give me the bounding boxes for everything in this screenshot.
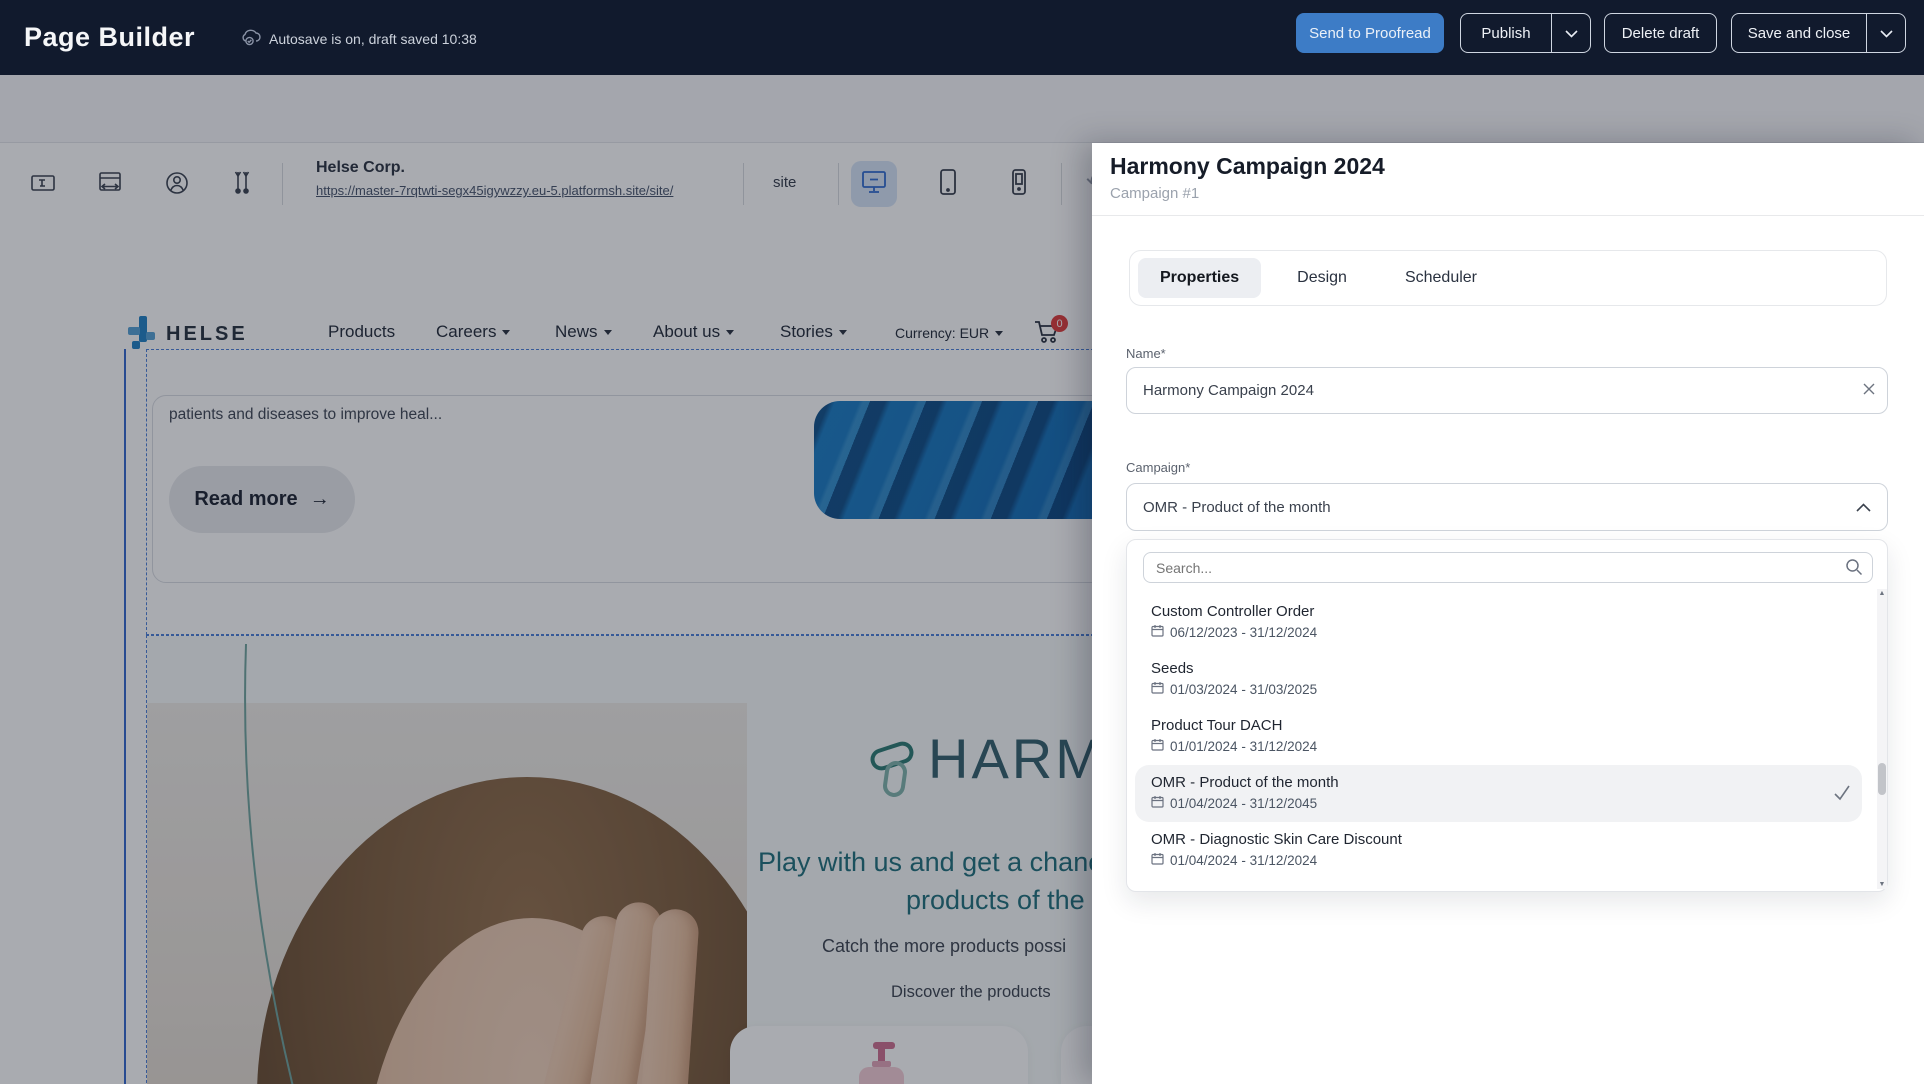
check-icon xyxy=(1833,785,1851,806)
campaign-option[interactable]: Product Tour DACH 01/01/2024 - 31/12/202… xyxy=(1135,708,1862,765)
search-input[interactable] xyxy=(1143,552,1873,583)
save-and-close-button-group: Save and close xyxy=(1731,13,1906,53)
campaign-properties-panel: Harmony Campaign 2024 Campaign #1 Proper… xyxy=(1092,143,1924,1084)
campaign-option[interactable]: Custom Controller Order 06/12/2023 - 31/… xyxy=(1135,594,1862,651)
campaign-field-label: Campaign* xyxy=(1126,460,1190,475)
app-topbar: Page Builder Autosave is on, draft saved… xyxy=(0,0,1924,75)
calendar-icon xyxy=(1151,681,1164,697)
cloud-check-icon xyxy=(241,29,261,49)
campaign-option[interactable]: Seeds 01/03/2024 - 31/03/2025 xyxy=(1135,651,1862,708)
campaign-select[interactable]: OMR - Product of the month xyxy=(1126,483,1888,531)
calendar-icon xyxy=(1151,624,1164,640)
autosave-text: Autosave is on, draft saved 10:38 xyxy=(269,31,477,47)
publish-button-group: Publish xyxy=(1460,13,1591,53)
app-title: Page Builder xyxy=(24,22,195,53)
tab-design[interactable]: Design xyxy=(1275,258,1369,298)
scroll-down-icon[interactable]: ▼ xyxy=(1877,881,1887,888)
campaign-dropdown: Custom Controller Order 06/12/2023 - 31/… xyxy=(1126,539,1888,892)
panel-title: Harmony Campaign 2024 xyxy=(1110,153,1385,180)
clear-name-icon[interactable] xyxy=(1862,382,1876,401)
autosave-status: Autosave is on, draft saved 10:38 xyxy=(241,29,477,49)
calendar-icon xyxy=(1151,795,1164,811)
send-to-proofread-button[interactable]: Send to Proofread xyxy=(1296,13,1444,53)
campaign-option[interactable]: OMR - Diagnostic Skin Care Discount 01/0… xyxy=(1135,822,1862,879)
publish-dropdown-button[interactable] xyxy=(1552,14,1590,52)
chevron-down-icon xyxy=(1880,25,1893,42)
publish-button[interactable]: Publish xyxy=(1461,14,1551,52)
app-root: HELSE Products Careers News About us Sto… xyxy=(0,0,1924,1084)
panel-divider xyxy=(1092,215,1924,216)
calendar-icon xyxy=(1151,852,1164,868)
chevron-down-icon xyxy=(1565,25,1578,42)
campaign-select-value: OMR - Product of the month xyxy=(1143,499,1331,516)
tab-properties[interactable]: Properties xyxy=(1138,258,1261,298)
chevron-up-icon xyxy=(1856,499,1871,516)
save-dropdown-button[interactable] xyxy=(1867,14,1905,52)
dropdown-scrollbar[interactable]: ▲ ▼ xyxy=(1877,589,1887,889)
calendar-icon xyxy=(1151,738,1164,754)
delete-draft-button[interactable]: Delete draft xyxy=(1604,13,1717,53)
panel-subtitle: Campaign #1 xyxy=(1110,185,1199,202)
panel-tabs: Properties Design Scheduler xyxy=(1129,250,1887,306)
name-input[interactable] xyxy=(1126,367,1888,414)
scrollbar-thumb[interactable] xyxy=(1878,763,1886,795)
scroll-up-icon[interactable]: ▲ xyxy=(1877,590,1887,597)
search-icon xyxy=(1845,558,1863,581)
name-field-label: Name* xyxy=(1126,346,1166,361)
save-and-close-button[interactable]: Save and close xyxy=(1732,14,1866,52)
campaign-option-selected[interactable]: OMR - Product of the month 01/04/2024 - … xyxy=(1135,765,1862,822)
tab-scheduler[interactable]: Scheduler xyxy=(1383,258,1499,298)
